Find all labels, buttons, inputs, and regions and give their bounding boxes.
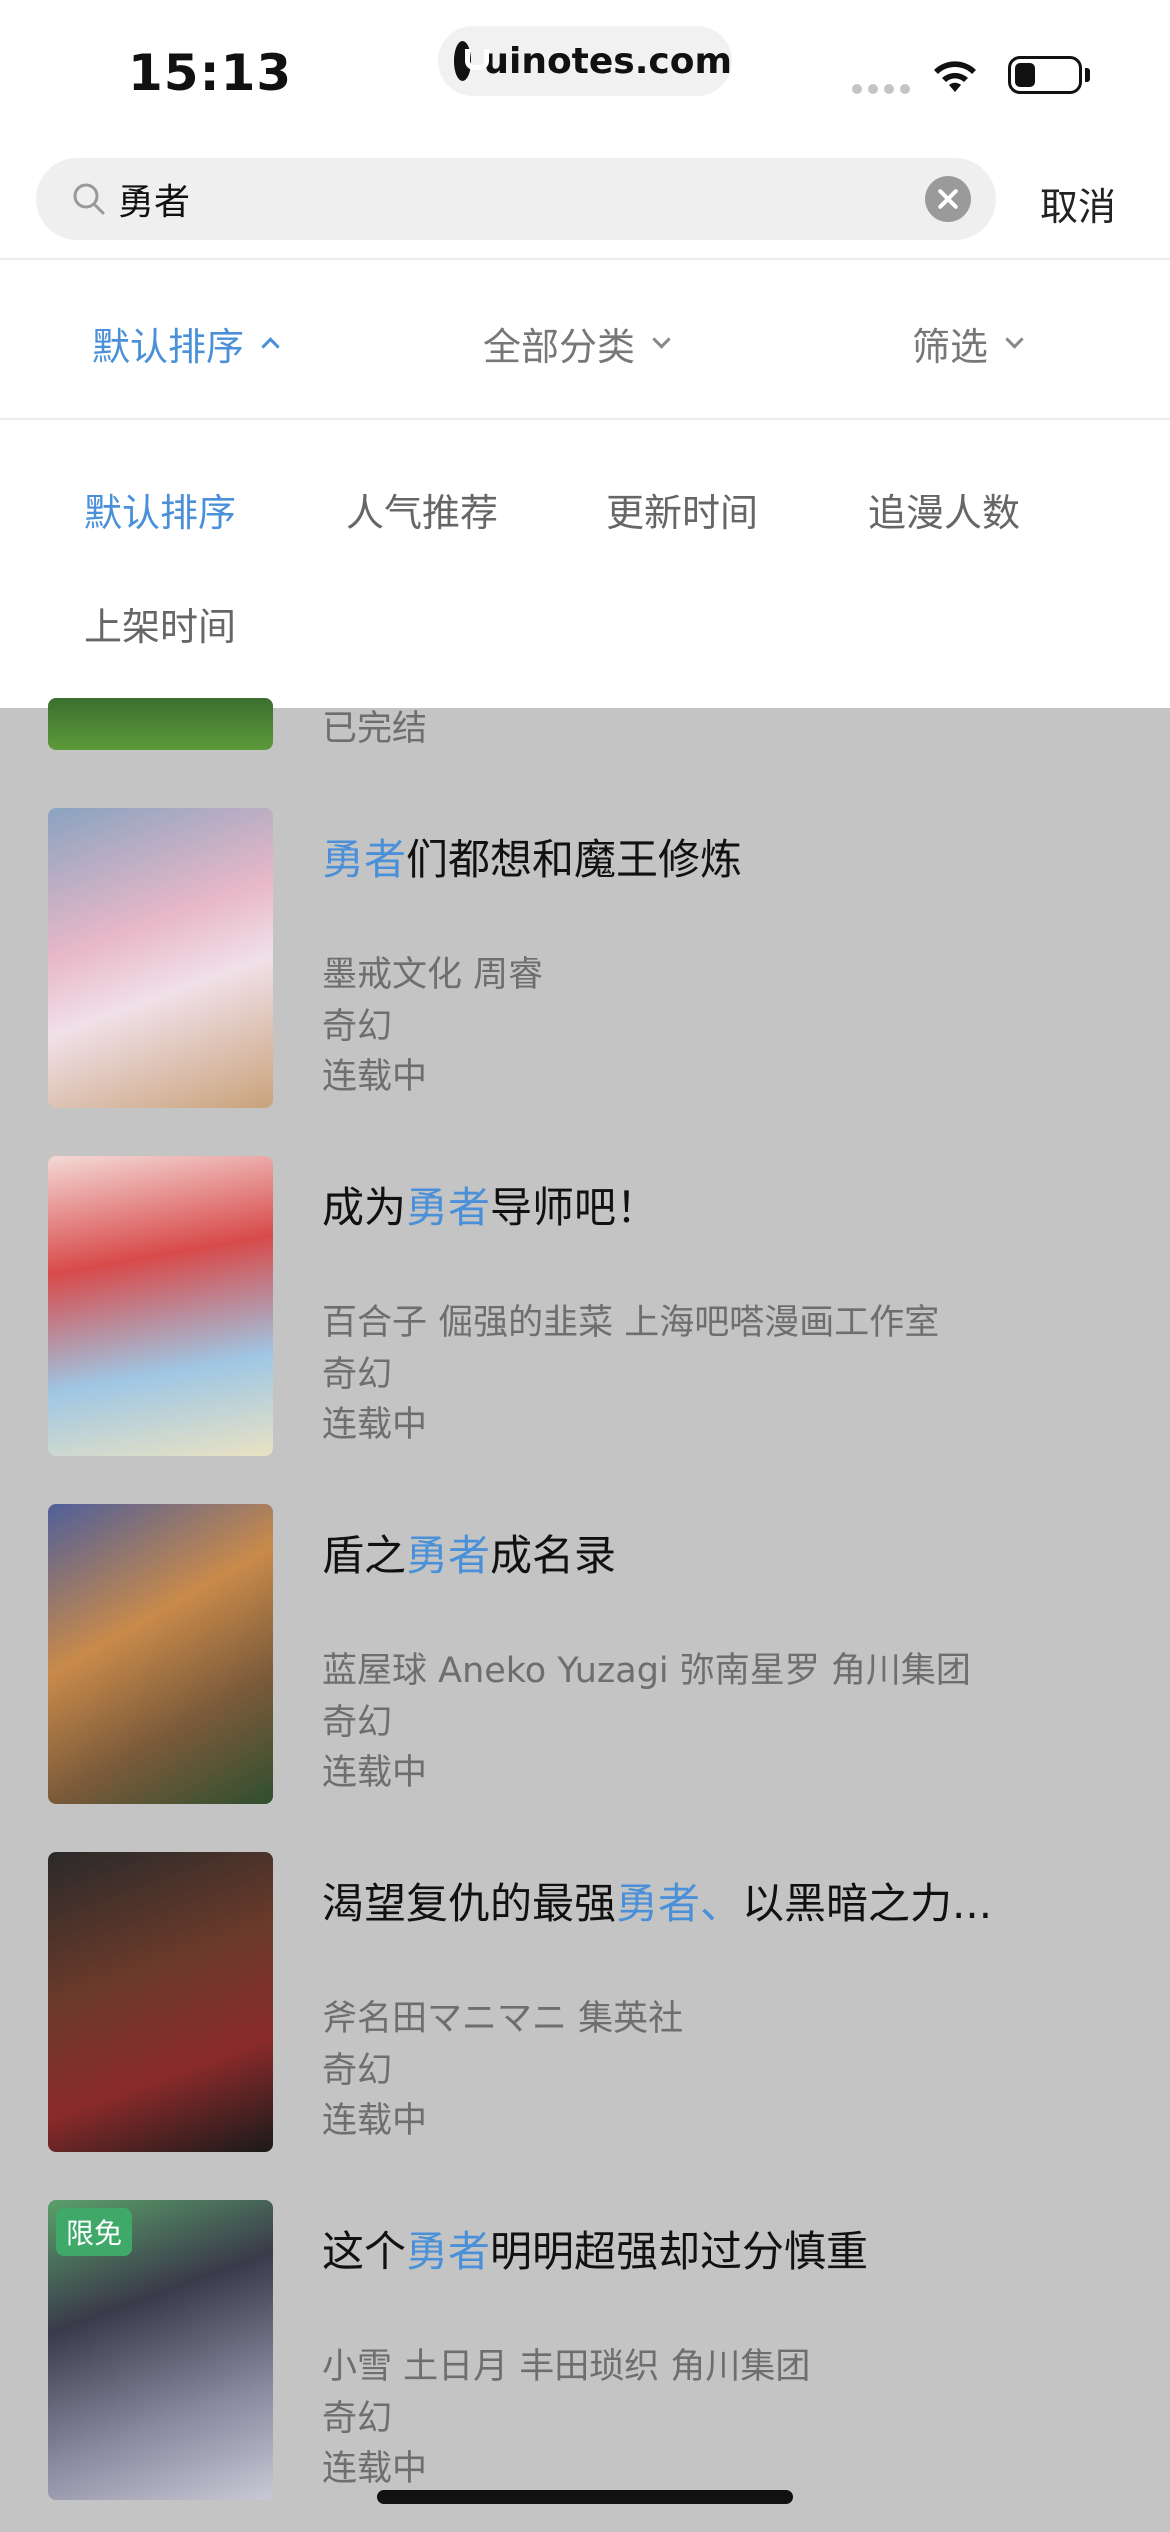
sort-option-listed-time[interactable]: 上架时间 <box>84 596 236 651</box>
chevron-up-icon <box>261 337 280 356</box>
comic-authors: 斧名田マニマニ 集英社 <box>322 1999 684 2039</box>
wifi-icon <box>934 61 976 92</box>
comic-authors: 百合子 倔强的韭菜 上海吧嗒漫画工作室 <box>322 1303 940 1343</box>
comic-authors: 小雪 土日月 丰田琐织 角川集团 <box>322 2347 811 2387</box>
comic-cover[interactable] <box>48 1156 273 1456</box>
chevron-down-icon <box>1005 330 1024 349</box>
comic-title[interactable]: 渴望复仇的最强勇者、以黑暗之力... <box>322 1870 992 1931</box>
search-input[interactable] <box>118 168 918 230</box>
search-icon <box>73 183 105 215</box>
comic-status: 连载中 <box>322 1057 428 1097</box>
comic-cover[interactable] <box>48 698 273 750</box>
sort-options-panel: 默认排序 人气推荐 更新时间 追漫人数 上架时间 <box>0 420 1170 708</box>
status-bar: 15:13 uinotes.com <box>0 0 1170 140</box>
comic-cover[interactable] <box>48 1852 273 2152</box>
comic-authors: 蓝屋球 Aneko Yuzagi 弥南星罗 角川集团 <box>322 1651 971 1691</box>
sort-option-updated[interactable]: 更新时间 <box>606 482 758 537</box>
comic-status: 已完结 <box>322 709 428 749</box>
comic-title[interactable]: 盾之勇者成名录 <box>322 1522 616 1583</box>
comic-title[interactable]: 成为勇者导师吧！ <box>322 1174 658 1235</box>
tab-filter[interactable]: 筛选 <box>912 316 1024 371</box>
cellular-signal-icon <box>852 84 910 94</box>
comic-genre: 奇幻 <box>322 2399 393 2439</box>
comic-status: 连载中 <box>322 2101 428 2141</box>
battery-tip <box>1085 68 1090 82</box>
sort-option-popular[interactable]: 人气推荐 <box>346 482 498 537</box>
chevron-down-icon <box>652 330 671 349</box>
url-text: uinotes.com <box>483 40 732 82</box>
comic-cover[interactable] <box>48 808 273 1108</box>
comic-genre: 奇幻 <box>322 1355 393 1395</box>
tab-label: 全部分类 <box>483 325 636 369</box>
url-pill[interactable]: uinotes.com <box>438 26 732 96</box>
tab-default-sort[interactable]: 默认排序 <box>92 316 280 371</box>
sort-option-followers[interactable]: 追漫人数 <box>868 482 1020 537</box>
home-indicator[interactable] <box>377 2490 793 2504</box>
battery-icon <box>1008 56 1082 94</box>
cancel-button[interactable]: 取消 <box>1040 176 1116 231</box>
free-badge: 限免 <box>56 2208 133 2256</box>
comic-status: 连载中 <box>322 2449 428 2489</box>
search-row: 取消 <box>0 140 1170 260</box>
site-logo-icon <box>454 41 490 81</box>
tab-label: 筛选 <box>912 325 989 369</box>
comic-title[interactable]: 这个勇者明明超强却过分慎重 <box>322 2218 868 2279</box>
comic-title[interactable]: 勇者们都想和魔王修炼 <box>322 826 742 887</box>
comic-genre: 奇幻 <box>322 1703 393 1743</box>
clear-search-icon[interactable] <box>925 176 971 222</box>
comic-cover[interactable]: 限免 <box>48 2200 273 2500</box>
comic-status: 连载中 <box>322 1405 428 1445</box>
filter-bar: 默认排序 全部分类 筛选 <box>0 260 1170 420</box>
tab-all-categories[interactable]: 全部分类 <box>483 316 671 371</box>
search-box[interactable] <box>36 158 996 240</box>
status-time: 15:13 <box>128 44 293 102</box>
comic-status: 连载中 <box>322 1753 428 1793</box>
comic-genre: 奇幻 <box>322 2051 393 2091</box>
comic-cover[interactable] <box>48 1504 273 1804</box>
tab-label: 默认排序 <box>92 325 245 369</box>
comic-authors: 墨戒文化 周睿 <box>322 955 544 995</box>
sort-option-default[interactable]: 默认排序 <box>84 482 236 537</box>
comic-genre: 奇幻 <box>322 1007 393 1047</box>
